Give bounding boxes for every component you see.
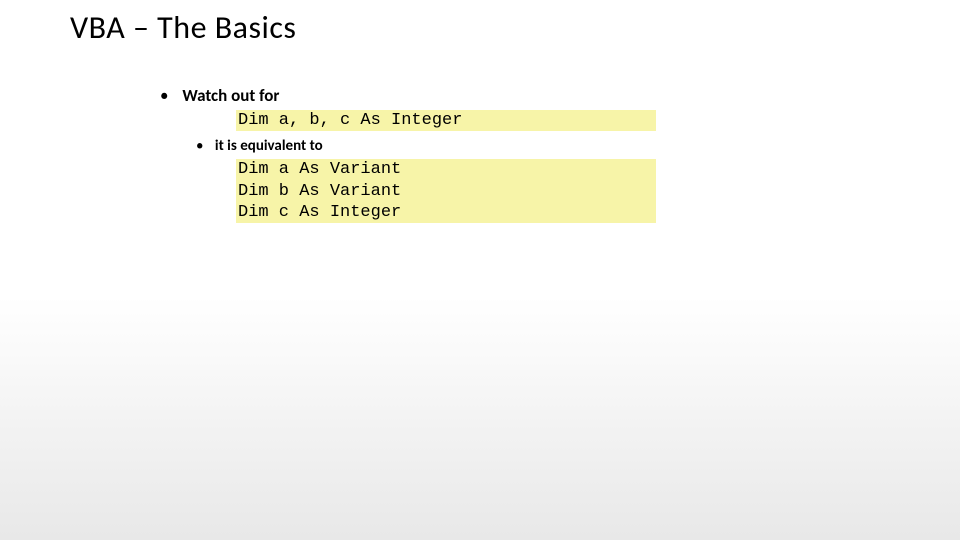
bullet-watch-out-for: Watch out for Dim a, b, c As Integer it … <box>160 85 880 223</box>
slide-title: VBA – The Basics <box>70 8 296 47</box>
code-block-declaration: Dim a, b, c As Integer <box>236 110 656 131</box>
bullet-text: it is equivalent to <box>215 137 323 155</box>
bullet-equivalent-to: it is equivalent to <box>196 137 880 155</box>
slide: VBA – The Basics Watch out for Dim a, b,… <box>0 0 960 540</box>
code-block-expanded: Dim a As Variant Dim b As Variant Dim c … <box>236 159 656 223</box>
bullet-list-level-1: Watch out for Dim a, b, c As Integer it … <box>160 85 880 223</box>
bullet-list-level-2: it is equivalent to <box>196 137 880 155</box>
bullet-text: Watch out for <box>182 85 279 106</box>
slide-body: Watch out for Dim a, b, c As Integer it … <box>160 85 880 229</box>
